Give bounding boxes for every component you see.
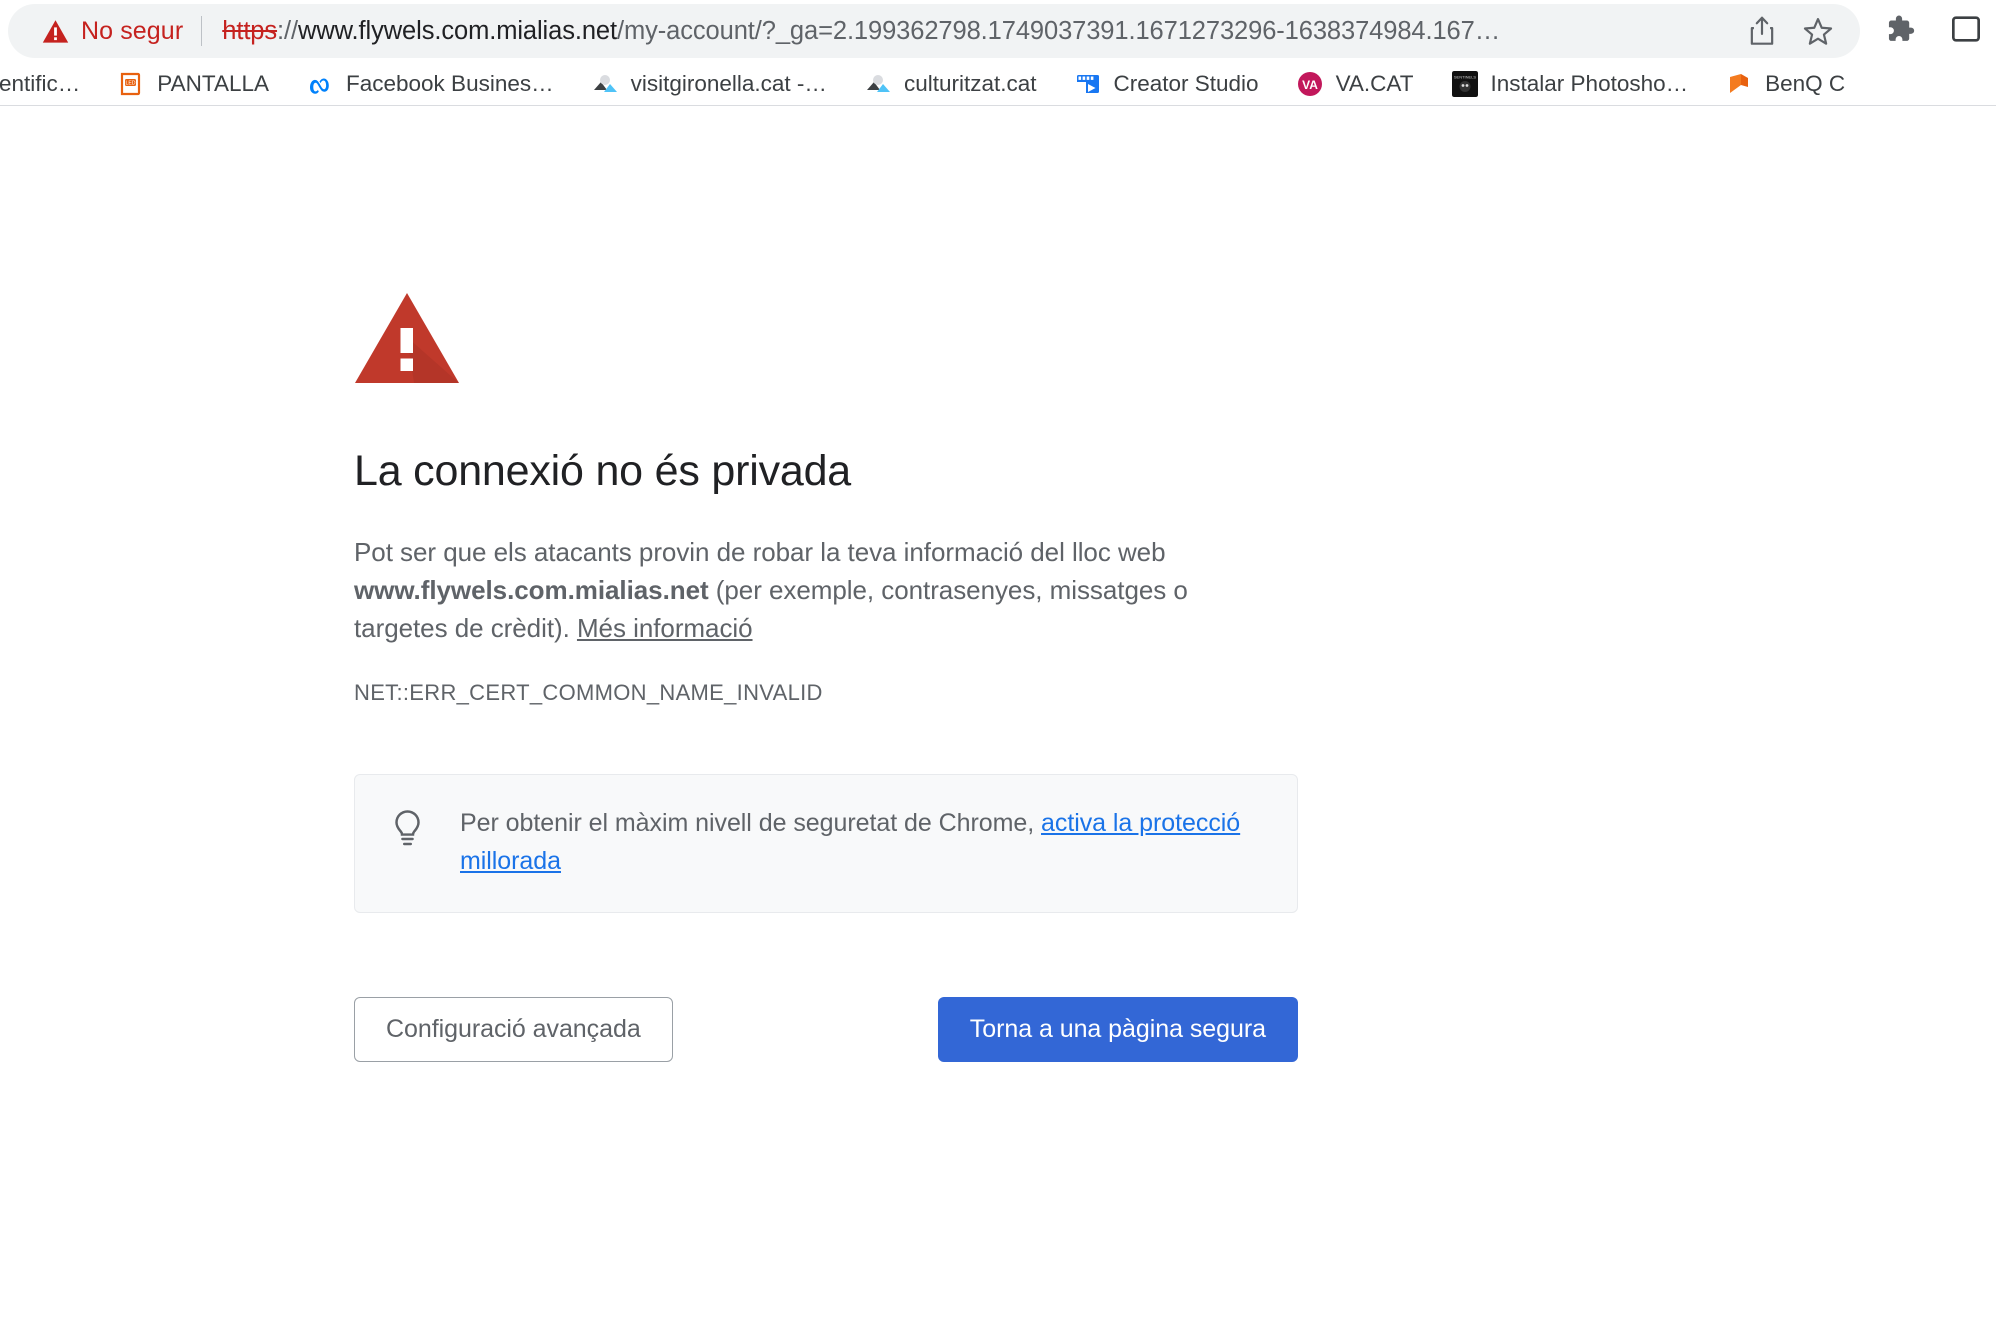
warning-triangle-icon [42, 19, 69, 43]
svg-text:LED: LED [126, 80, 136, 86]
svg-text:SENTINELS: SENTINELS [1453, 74, 1476, 79]
extensions-button[interactable] [1882, 12, 1916, 51]
meta-favicon [310, 78, 329, 94]
led-pantalla-favicon: LED [121, 72, 141, 95]
star-icon [1803, 17, 1833, 45]
not-secure-label: No segur [81, 16, 184, 45]
bookmark-label-5: Creator Studio [1113, 70, 1259, 96]
browser-chrome: No segur https://www.flywels.com.mialias… [0, 0, 1996, 106]
share-icon [1750, 16, 1774, 45]
enhanced-protection-panel: Per obtenir el màxim nivell de seguretat… [354, 774, 1298, 914]
bookmark-label-7: Instalar Photosho… [1490, 70, 1689, 96]
browser-toolbar: No segur https://www.flywels.com.mialias… [0, 0, 1996, 62]
bookmark-label-0: entific… [0, 70, 81, 96]
bookmark-item-3[interactable]: visitgironella.cat -… [580, 66, 839, 102]
url-display[interactable]: https://www.flywels.com.mialias.net/my-a… [222, 17, 1722, 46]
security-status-chip[interactable]: No segur [42, 17, 183, 46]
creator-studio-favicon [1076, 74, 1099, 93]
url-scheme: https [222, 16, 278, 45]
omnibox-divider [201, 16, 203, 46]
bookmark-label-4: culturitzat.cat [903, 70, 1037, 96]
svg-text:VA: VA [1302, 78, 1318, 92]
error-code: NET::ERR_CERT_COMMON_NAME_INVALID [354, 680, 823, 706]
error-host: www.flywels.com.mialias.net [354, 574, 709, 605]
advanced-settings-button[interactable]: Configuració avançada [354, 997, 673, 1063]
bookmarks-bar: entific… LED PANTALLA Facebook Busines… [0, 62, 1996, 106]
bookmark-item-8[interactable]: BenQ C [1714, 66, 1857, 102]
enhanced-protection-text: Per obtenir el màxim nivell de seguretat… [460, 805, 1267, 880]
bookmark-item-6[interactable]: VA VA.CAT [1285, 66, 1426, 102]
side-panel-button[interactable] [1950, 13, 1982, 50]
url-separator: :// [277, 16, 299, 45]
bookmark-button[interactable] [1802, 16, 1834, 47]
url-host: www.flywels.com.mialias.net [298, 16, 617, 45]
toolbar-right-icons [1882, 4, 1992, 58]
puzzle-piece-icon [1888, 15, 1915, 41]
interstitial-content: La connexió no és privada Pot ser que el… [354, 291, 1299, 1063]
url-path: /my-account/?_ga=2.199362798.1749037391.… [616, 16, 1501, 45]
bookmark-item-1[interactable]: LED PANTALLA [106, 66, 281, 102]
bookmark-label-6: VA.CAT [1335, 70, 1414, 96]
photo-favicon [864, 70, 891, 97]
share-button[interactable] [1748, 16, 1776, 46]
bookmark-item-4[interactable]: culturitzat.cat [853, 66, 1049, 102]
side-panel-icon [1952, 15, 1980, 42]
page-title: La connexió no és privada [354, 447, 852, 495]
bookmark-item-5[interactable]: Creator Studio [1063, 66, 1271, 102]
photo-favicon [591, 70, 618, 97]
bookmark-item-0[interactable]: entific… [0, 66, 92, 102]
error-description: Pot ser que els atacants provin de robar… [354, 499, 1284, 648]
bookmark-item-2[interactable]: Facebook Busines… [295, 66, 566, 102]
back-to-safety-button[interactable]: Torna a una pàgina segura [937, 997, 1298, 1063]
bookmark-label-2: Facebook Busines… [346, 70, 554, 96]
error-description-part1: Pot ser que els atacants provin de robar… [354, 536, 1166, 567]
bookmark-label-1: PANTALLA [157, 70, 269, 96]
lightbulb-icon [395, 810, 420, 846]
bookmark-item-7[interactable]: SENTINELS Instalar Photosho… [1440, 66, 1701, 102]
sentinels-favicon: SENTINELS [1451, 70, 1478, 97]
benq-favicon [1730, 73, 1749, 93]
interstitial-button-row: Configuració avançada Torna a una pàgina… [354, 997, 1298, 1063]
va-cat-favicon: VA [1297, 71, 1322, 96]
bookmark-label-3: visitgironella.cat -… [630, 70, 827, 96]
bookmark-label-8: BenQ C [1765, 70, 1846, 96]
ssl-interstitial-page: La connexió no és privada Pot ser que el… [0, 106, 1996, 1343]
omnibox[interactable]: No segur https://www.flywels.com.mialias… [8, 4, 1860, 58]
enhanced-protection-message: Per obtenir el màxim nivell de seguretat… [460, 809, 1042, 838]
more-info-link[interactable]: Més informació [577, 613, 753, 643]
warning-triangle-icon [355, 293, 459, 383]
